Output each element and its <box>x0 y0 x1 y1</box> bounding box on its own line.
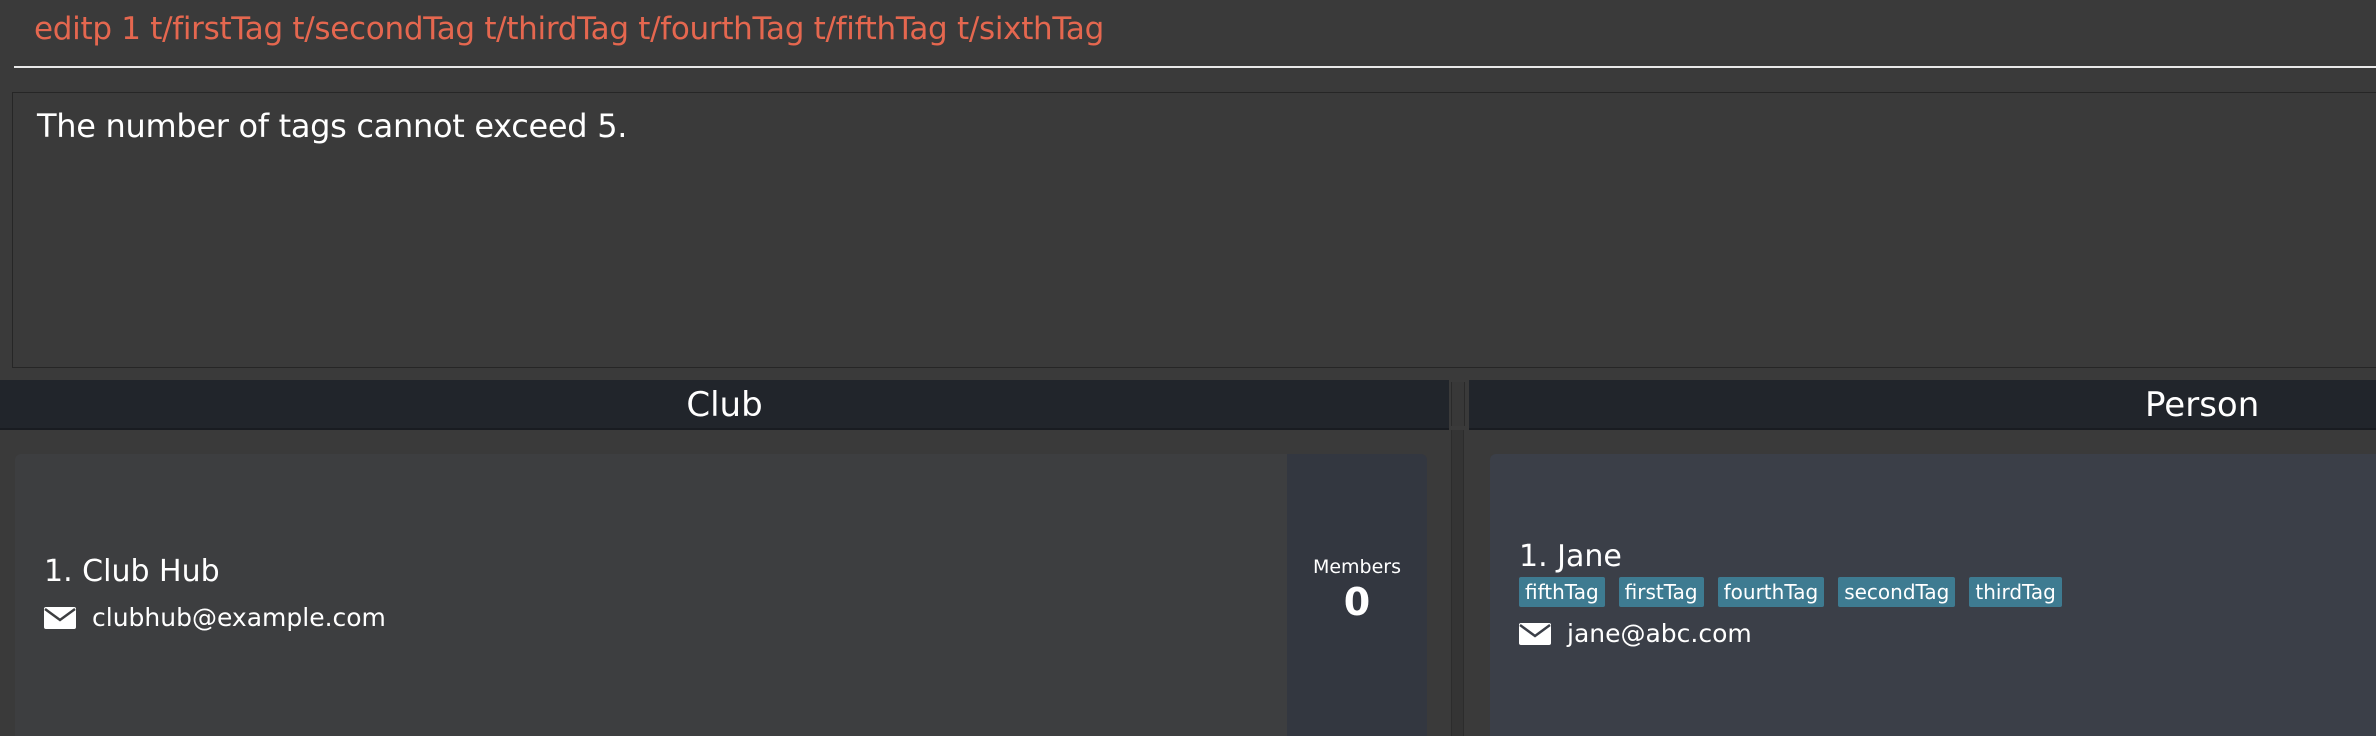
envelope-icon <box>1519 622 1551 645</box>
person-name: 1. Jane <box>1519 539 1622 574</box>
tag: secondTag <box>1838 577 1956 607</box>
result-message: The number of tags cannot exceed 5. <box>37 107 628 145</box>
tag-list: fifthTag firstTag fourthTag secondTag th… <box>1519 577 2062 607</box>
club-email-row: clubhub@example.com <box>44 603 386 632</box>
club-email: clubhub@example.com <box>92 603 386 632</box>
envelope-icon <box>44 606 76 629</box>
tag: fourthTag <box>1717 577 1825 607</box>
command-box[interactable]: editp 1 t/firstTag t/secondTag t/thirdTa… <box>14 0 2376 68</box>
result-display: The number of tags cannot exceed 5. <box>12 92 2376 368</box>
person-email-row: jane@abc.com <box>1519 619 1752 648</box>
club-members-box: Members 0 <box>1287 454 1427 736</box>
command-input[interactable]: editp 1 t/firstTag t/secondTag t/thirdTa… <box>34 11 1104 47</box>
tag: firstTag <box>1618 577 1704 607</box>
club-card[interactable] <box>15 454 1287 736</box>
tag: fifthTag <box>1519 577 1605 607</box>
members-label: Members <box>1312 556 1402 578</box>
members-count: 0 <box>1343 580 1371 624</box>
person-email: jane@abc.com <box>1567 619 1752 648</box>
tag: thirdTag <box>1969 577 2062 607</box>
person-panel-header: Person <box>1469 380 2376 430</box>
divider-track <box>1451 430 1464 736</box>
club-panel-header: Club <box>0 380 1449 430</box>
person-panel-title: Person <box>2145 385 2260 425</box>
divider-handle[interactable] <box>1451 382 1465 426</box>
club-name: 1. Club Hub <box>44 554 220 589</box>
